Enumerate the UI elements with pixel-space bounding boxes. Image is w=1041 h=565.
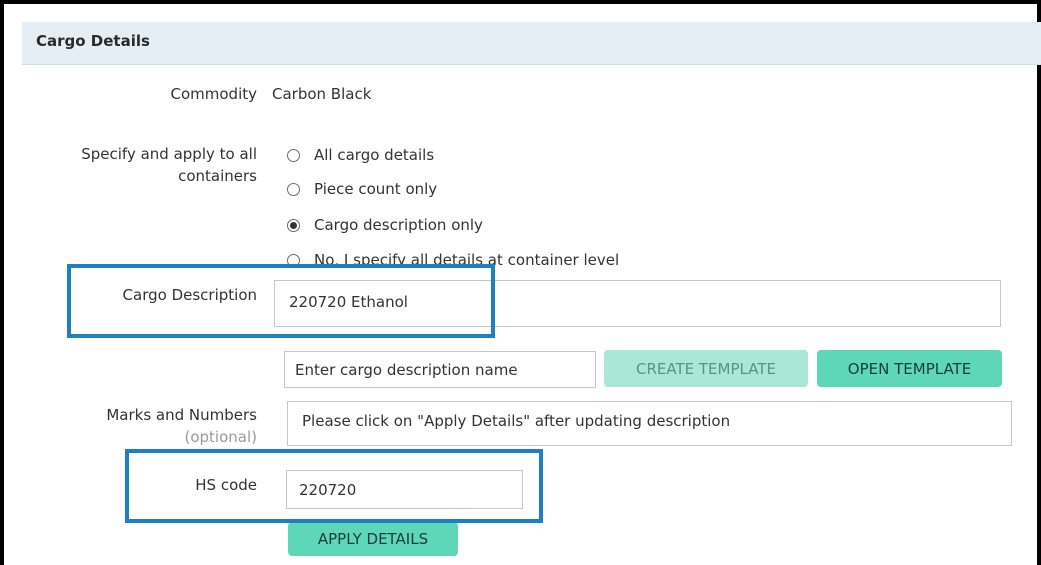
highlight-cargo-description [67,264,495,338]
marks-label: Marks and Numbers (optional) [106,404,257,448]
marks-label-text: Marks and Numbers [106,406,257,424]
frame-border-right [1037,0,1041,565]
create-template-button[interactable]: CREATE TEMPLATE [604,350,808,387]
marks-numbers-value: Please click on "Apply Details" after up… [302,412,731,430]
section-header [22,22,1041,65]
marks-optional-text: (optional) [184,428,258,446]
apply-scope-label-line1: Specify and apply to all [81,145,257,163]
radio-all-cargo-details[interactable]: All cargo details [287,144,434,166]
commodity-value: Carbon Black [272,85,372,103]
frame-border-top [0,0,1041,4]
radio-label: Cargo description only [314,216,483,234]
marks-numbers-input[interactable]: Please click on "Apply Details" after up… [287,401,1012,446]
open-template-button[interactable]: OPEN TEMPLATE [817,350,1002,387]
radio-label: Piece count only [314,180,438,198]
radio-selected-icon[interactable] [287,218,300,232]
radio-label: All cargo details [314,146,435,164]
apply-scope-label: Specify and apply to all containers [81,143,257,187]
radio-piece-count-only[interactable]: Piece count only [287,178,437,200]
apply-scope-label-line2: containers [178,167,257,185]
template-name-placeholder: Enter cargo description name [295,361,518,379]
template-name-input[interactable]: Enter cargo description name [284,351,596,388]
apply-details-button[interactable]: APPLY DETAILS [288,522,458,556]
radio-icon[interactable] [287,182,300,196]
frame-border-left [0,0,4,565]
radio-cargo-description-only[interactable]: Cargo description only [287,214,483,236]
section-title: Cargo Details [36,32,150,50]
highlight-hs-code [125,449,543,523]
radio-icon[interactable] [287,148,300,162]
commodity-label: Commodity [170,85,258,103]
